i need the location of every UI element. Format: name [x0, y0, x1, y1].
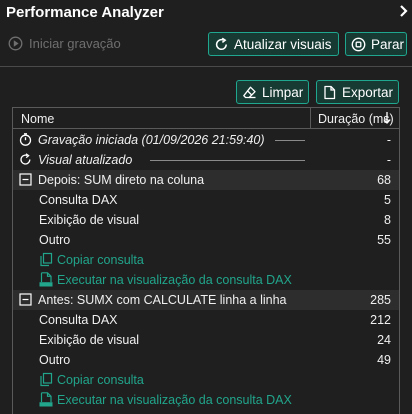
run-in-dax-query-view-link[interactable]: Executar na visualização da consulta DAX	[57, 273, 292, 287]
copy-query-link[interactable]: Copiar consulta	[57, 253, 144, 267]
group-label: Depois: SUM direto na coluna	[38, 173, 205, 187]
title-bar: Performance Analyzer	[0, 0, 412, 27]
item-label: Outro	[39, 233, 71, 247]
timeline-line	[275, 140, 305, 141]
group-label: Antes: SUMX com CALCULATE linha a linha	[38, 293, 287, 307]
item-label: Exibição de visual	[39, 333, 140, 347]
clear-button[interactable]: Limpar	[236, 80, 309, 104]
export-file-icon	[324, 85, 336, 99]
toolbar-divider	[0, 66, 412, 67]
list-item[interactable]: Exibição de visual 24	[13, 330, 399, 350]
chevron-right-icon[interactable]	[398, 4, 408, 18]
copy-query-link[interactable]: Copiar consulta	[57, 373, 144, 387]
duration-value: 5	[384, 193, 391, 207]
stop-label: Parar	[371, 36, 405, 52]
event-row[interactable]: Gravação iniciada (01/09/2026 21:59:40) …	[13, 130, 399, 150]
timeline-line	[150, 160, 305, 161]
duration-value: 212	[370, 313, 391, 327]
list-item[interactable]: Exibição de visual 8	[13, 210, 399, 230]
run-in-dax-query-view-row[interactable]: Executar na visualização da consulta DAX	[13, 390, 399, 410]
column-divider[interactable]	[310, 108, 311, 129]
list-item[interactable]: Outro 55	[13, 230, 399, 250]
export-button[interactable]: Exportar	[316, 80, 399, 104]
group-row[interactable]: Depois: SUM direto na coluna 68	[13, 170, 399, 190]
sort-descending-icon[interactable]	[382, 111, 392, 125]
item-label: Consulta DAX	[39, 193, 118, 207]
duration-value: 68	[377, 173, 391, 187]
dax-file-icon	[39, 392, 53, 407]
column-header-name[interactable]: Nome	[21, 112, 54, 126]
toolbar: Iniciar gravação Atualizar visuais Parar	[0, 30, 412, 60]
duration-value: 285	[370, 293, 391, 307]
item-label: Outro	[39, 353, 71, 367]
copy-icon	[40, 372, 53, 387]
refresh-icon	[215, 37, 227, 50]
eraser-icon	[243, 86, 256, 98]
duration-value: 49	[377, 353, 391, 367]
item-label: Exibição de visual	[39, 213, 140, 227]
pane-title: Performance Analyzer	[6, 4, 164, 21]
stopwatch-icon	[19, 133, 32, 146]
dax-file-icon	[39, 272, 53, 287]
duration-value: 24	[377, 333, 391, 347]
export-label: Exportar	[342, 84, 394, 100]
performance-grid: Nome Duração (ms) Gravação iniciada (01/…	[12, 107, 400, 414]
duration-value: -	[386, 133, 391, 147]
copy-icon	[40, 252, 53, 267]
start-recording-label: Iniciar gravação	[29, 36, 121, 51]
list-item[interactable]: Consulta DAX 212	[13, 310, 399, 330]
duration-value: 55	[377, 233, 391, 247]
collapse-icon[interactable]	[19, 293, 32, 306]
collapse-icon[interactable]	[19, 173, 32, 186]
copy-query-link-row[interactable]: Copiar consulta	[13, 250, 399, 270]
stop-icon	[351, 37, 366, 51]
run-in-dax-query-view-row[interactable]: Executar na visualização da consulta DAX	[13, 270, 399, 290]
event-row[interactable]: Visual atualizado -	[13, 150, 399, 170]
stop-button[interactable]: Parar	[345, 32, 407, 56]
refresh-visuals-button[interactable]: Atualizar visuais	[208, 32, 339, 56]
record-icon	[8, 36, 23, 51]
list-item[interactable]: Consulta DAX 5	[13, 190, 399, 210]
grid-header: Nome Duração (ms)	[13, 108, 399, 129]
item-label: Consulta DAX	[39, 313, 118, 327]
copy-query-link-row[interactable]: Copiar consulta	[13, 370, 399, 390]
event-label: Gravação iniciada (01/09/2026 21:59:40)	[38, 133, 265, 147]
run-in-dax-query-view-link[interactable]: Executar na visualização da consulta DAX	[57, 393, 292, 407]
clear-label: Limpar	[262, 84, 304, 100]
duration-value: 8	[384, 213, 391, 227]
group-row[interactable]: Antes: SUMX com CALCULATE linha a linha …	[13, 290, 399, 310]
start-recording-button[interactable]: Iniciar gravação	[8, 36, 121, 51]
event-label: Visual atualizado	[38, 153, 133, 167]
duration-value: -	[386, 153, 391, 167]
refresh-icon	[20, 153, 31, 165]
list-item[interactable]: Outro 49	[13, 350, 399, 370]
refresh-visuals-label: Atualizar visuais	[234, 36, 332, 52]
